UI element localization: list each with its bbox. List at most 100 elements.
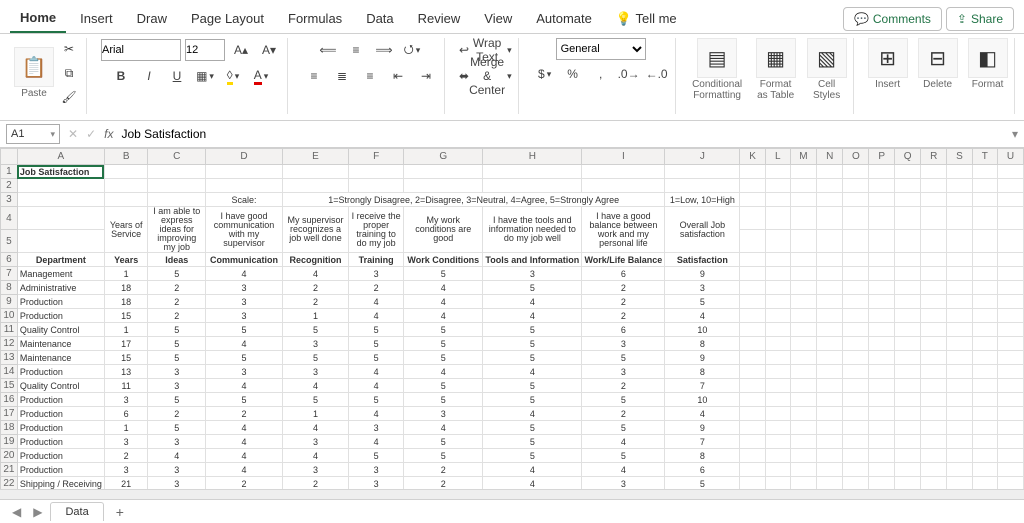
cell-U14[interactable] bbox=[997, 365, 1023, 379]
cell-B18[interactable]: 1 bbox=[104, 421, 148, 435]
cell-E2[interactable] bbox=[282, 179, 348, 193]
cell-U16[interactable] bbox=[997, 393, 1023, 407]
cut-button[interactable]: ✂ bbox=[58, 38, 80, 60]
cell-I16[interactable]: 5 bbox=[582, 393, 665, 407]
cell-A5[interactable] bbox=[17, 230, 104, 253]
cell-A8[interactable]: Administrative bbox=[17, 281, 104, 295]
cell-G15[interactable]: 5 bbox=[404, 379, 483, 393]
tab-formulas[interactable]: Formulas bbox=[278, 5, 352, 32]
cell-O21[interactable] bbox=[843, 463, 869, 477]
cell-N7[interactable] bbox=[817, 267, 843, 281]
cell-O14[interactable] bbox=[843, 365, 869, 379]
cell-E13[interactable]: 5 bbox=[282, 351, 348, 365]
cell-H19[interactable]: 5 bbox=[483, 435, 582, 449]
cell-P21[interactable] bbox=[869, 463, 895, 477]
cell-K17[interactable] bbox=[740, 407, 766, 421]
cell-M2[interactable] bbox=[790, 179, 817, 193]
cell-D6[interactable]: Communication bbox=[206, 253, 283, 267]
cell-A19[interactable]: Production bbox=[17, 435, 104, 449]
cell-F18[interactable]: 3 bbox=[349, 421, 404, 435]
cell-K20[interactable] bbox=[740, 449, 766, 463]
cell-P12[interactable] bbox=[869, 337, 895, 351]
cell-M4[interactable] bbox=[790, 207, 817, 230]
cell-R18[interactable] bbox=[921, 421, 947, 435]
cell-F11[interactable]: 5 bbox=[349, 323, 404, 337]
cell-M10[interactable] bbox=[790, 309, 817, 323]
cell-C12[interactable]: 5 bbox=[148, 337, 206, 351]
cell-D9[interactable]: 3 bbox=[206, 295, 283, 309]
cell-A14[interactable]: Production bbox=[17, 365, 104, 379]
cell-T15[interactable] bbox=[972, 379, 997, 393]
cell-L9[interactable] bbox=[765, 295, 790, 309]
row-header-14[interactable]: 14 bbox=[1, 365, 18, 379]
underline-button[interactable]: U bbox=[165, 64, 189, 88]
conditional-formatting-button[interactable]: ▤ bbox=[697, 38, 737, 78]
col-header-M[interactable]: M bbox=[790, 149, 817, 165]
cell-D3[interactable]: Scale: bbox=[206, 193, 283, 207]
cell-P16[interactable] bbox=[869, 393, 895, 407]
col-header-T[interactable]: T bbox=[972, 149, 997, 165]
cell-T16[interactable] bbox=[972, 393, 997, 407]
cell-L6[interactable] bbox=[765, 253, 790, 267]
cell-B20[interactable]: 2 bbox=[104, 449, 148, 463]
cell-B4[interactable]: Years of Service bbox=[104, 207, 148, 253]
cell-I19[interactable]: 4 bbox=[582, 435, 665, 449]
cell-B2[interactable] bbox=[104, 179, 148, 193]
share-button[interactable]: ⇪Share bbox=[946, 7, 1014, 31]
decrease-font-button[interactable]: A▾ bbox=[257, 38, 281, 62]
cell-G7[interactable]: 5 bbox=[404, 267, 483, 281]
cell-C22[interactable]: 3 bbox=[148, 477, 206, 490]
row-header-15[interactable]: 15 bbox=[1, 379, 18, 393]
cell-I17[interactable]: 2 bbox=[582, 407, 665, 421]
cell-H9[interactable]: 4 bbox=[483, 295, 582, 309]
cell-K10[interactable] bbox=[740, 309, 766, 323]
cell-K14[interactable] bbox=[740, 365, 766, 379]
col-header-O[interactable]: O bbox=[843, 149, 869, 165]
cell-I6[interactable]: Work/Life Balance bbox=[582, 253, 665, 267]
cell-N2[interactable] bbox=[817, 179, 843, 193]
cell-O9[interactable] bbox=[843, 295, 869, 309]
cell-J9[interactable]: 5 bbox=[665, 295, 740, 309]
cell-M19[interactable] bbox=[790, 435, 817, 449]
tab-page-layout[interactable]: Page Layout bbox=[181, 5, 274, 32]
cell-N3[interactable] bbox=[817, 193, 843, 207]
cell-M1[interactable] bbox=[790, 165, 817, 179]
align-center-button[interactable]: ≣ bbox=[330, 64, 354, 88]
cell-J15[interactable]: 7 bbox=[665, 379, 740, 393]
cell-H15[interactable]: 5 bbox=[483, 379, 582, 393]
insert-cells-button[interactable]: ⊞ bbox=[868, 38, 908, 78]
cell-U22[interactable] bbox=[997, 477, 1023, 490]
cell-G6[interactable]: Work Conditions bbox=[404, 253, 483, 267]
cell-P20[interactable] bbox=[869, 449, 895, 463]
cell-H18[interactable]: 5 bbox=[483, 421, 582, 435]
cell-E4[interactable]: My supervisor recognizes a job well done bbox=[282, 207, 348, 253]
cell-L5[interactable] bbox=[765, 230, 790, 253]
cell-M13[interactable] bbox=[790, 351, 817, 365]
cell-L8[interactable] bbox=[765, 281, 790, 295]
format-cells-button[interactable]: ◧ bbox=[968, 38, 1008, 78]
cell-R14[interactable] bbox=[921, 365, 947, 379]
cell-K21[interactable] bbox=[740, 463, 766, 477]
cell-R19[interactable] bbox=[921, 435, 947, 449]
cell-N5[interactable] bbox=[817, 230, 843, 253]
cell-Q17[interactable] bbox=[895, 407, 921, 421]
cell-K5[interactable] bbox=[740, 230, 766, 253]
cell-L13[interactable] bbox=[765, 351, 790, 365]
cell-I20[interactable]: 5 bbox=[582, 449, 665, 463]
cell-A9[interactable]: Production bbox=[17, 295, 104, 309]
cell-O1[interactable] bbox=[843, 165, 869, 179]
cell-M20[interactable] bbox=[790, 449, 817, 463]
cell-E7[interactable]: 4 bbox=[282, 267, 348, 281]
cell-J13[interactable]: 9 bbox=[665, 351, 740, 365]
cell-U13[interactable] bbox=[997, 351, 1023, 365]
cell-H8[interactable]: 5 bbox=[483, 281, 582, 295]
cell-L18[interactable] bbox=[765, 421, 790, 435]
tab-view[interactable]: View bbox=[474, 5, 522, 32]
cell-J2[interactable] bbox=[665, 179, 740, 193]
row-header-21[interactable]: 21 bbox=[1, 463, 18, 477]
cell-C16[interactable]: 5 bbox=[148, 393, 206, 407]
cell-K7[interactable] bbox=[740, 267, 766, 281]
cell-T18[interactable] bbox=[972, 421, 997, 435]
cell-M15[interactable] bbox=[790, 379, 817, 393]
cell-F4[interactable]: I receive the proper training to do my j… bbox=[349, 207, 404, 253]
